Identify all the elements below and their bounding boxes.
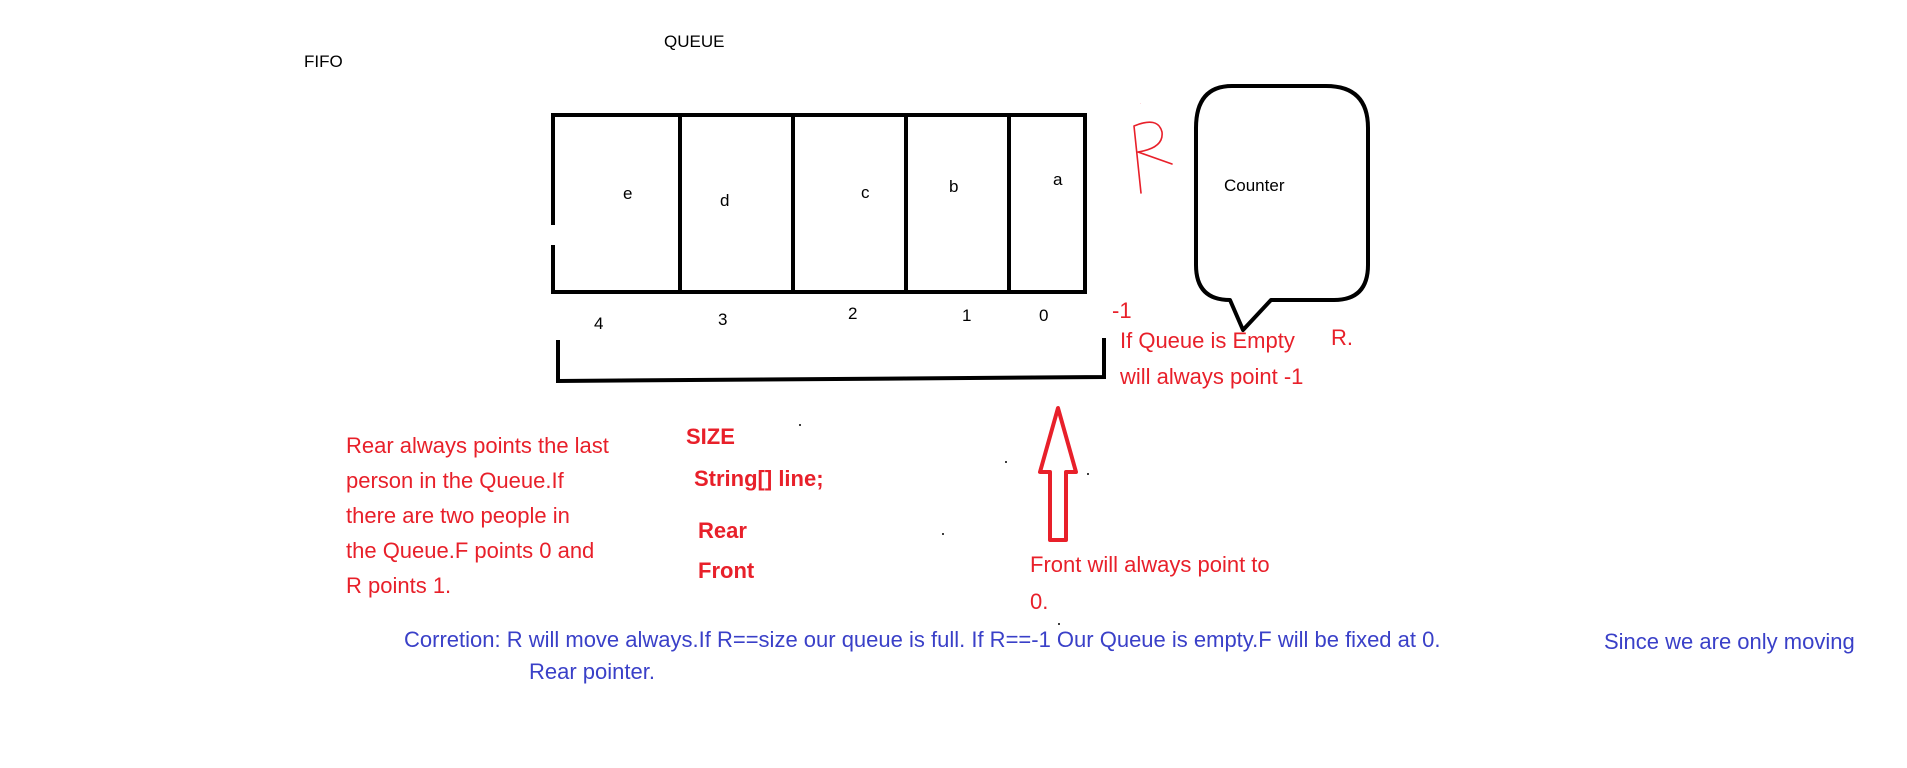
rear-note: Rear always points the last person in th…: [346, 428, 676, 603]
size-bracket: [556, 338, 1106, 384]
empty-note-line1: If Queue is Empty: [1120, 328, 1295, 353]
queue-title: QUEUE: [664, 32, 725, 51]
cell-letter-d: d: [720, 191, 730, 210]
empty-note-line2: will always point -1: [1120, 364, 1304, 389]
cell-letter-c: c: [861, 183, 870, 202]
rear-note-line: there are two people in: [346, 503, 570, 528]
cell-index-1: 1: [962, 306, 972, 325]
cell-letter-e: e: [623, 184, 633, 203]
cell-index-2: 2: [848, 304, 858, 323]
front-note-line1: Front will always point to: [1030, 552, 1270, 577]
correction-line2: Rear pointer.: [529, 659, 655, 684]
counter-label: Counter: [1224, 176, 1285, 195]
field-size: SIZE: [686, 424, 735, 449]
rear-note-line: the Queue.F points 0 and: [346, 538, 595, 563]
handwritten-r: [1133, 121, 1173, 194]
rear-note-line: Rear always points the last: [346, 433, 609, 458]
counter-bubble: [1194, 84, 1370, 332]
fifo-label: FIFO: [304, 52, 343, 71]
cell-letter-b: b: [949, 177, 959, 196]
field-string-line: String[] line;: [694, 466, 824, 491]
front-note-line2: 0.: [1030, 589, 1049, 614]
rear-note-line: R points 1.: [346, 573, 452, 598]
rear-note-line: person in the Queue.If: [346, 468, 564, 493]
minus-one-label: -1: [1112, 298, 1132, 323]
correction-line1-continued: Since we are only moving: [1604, 629, 1855, 654]
svg-text:.: .: [1140, 100, 1141, 105]
correction-line1: Corretion: R will move always.If R==size…: [404, 627, 1441, 652]
field-rear: Rear: [698, 518, 747, 543]
cell-index-3: 3: [718, 310, 728, 329]
queue-box: [551, 113, 1087, 294]
field-front: Front: [698, 558, 755, 583]
empty-note-r: R.: [1331, 325, 1353, 350]
cell-index-4: 4: [594, 314, 604, 333]
cell-letter-a: a: [1053, 170, 1063, 189]
front-arrow: [1038, 406, 1078, 542]
cell-index-0: 0: [1039, 306, 1049, 325]
